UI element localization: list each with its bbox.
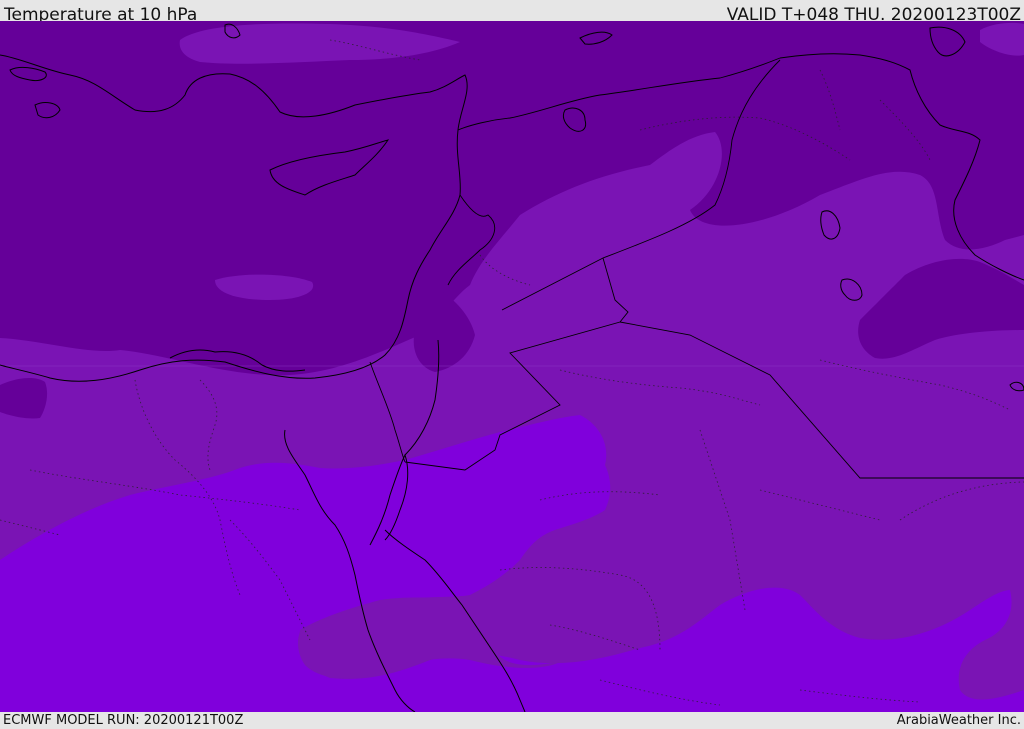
weather-map[interactable] xyxy=(0,21,1024,712)
map-header: Temperature at 10 hPa VALID T+048 THU. 2… xyxy=(0,0,1024,25)
model-run-label: ECMWF MODEL RUN: 20200121T00Z xyxy=(3,713,244,728)
brand-label: ArabiaWeather Inc. xyxy=(896,713,1021,728)
temp-band-coldest-west xyxy=(0,378,48,419)
map-footer: ECMWF MODEL RUN: 20200121T00Z ArabiaWeat… xyxy=(0,712,1024,729)
